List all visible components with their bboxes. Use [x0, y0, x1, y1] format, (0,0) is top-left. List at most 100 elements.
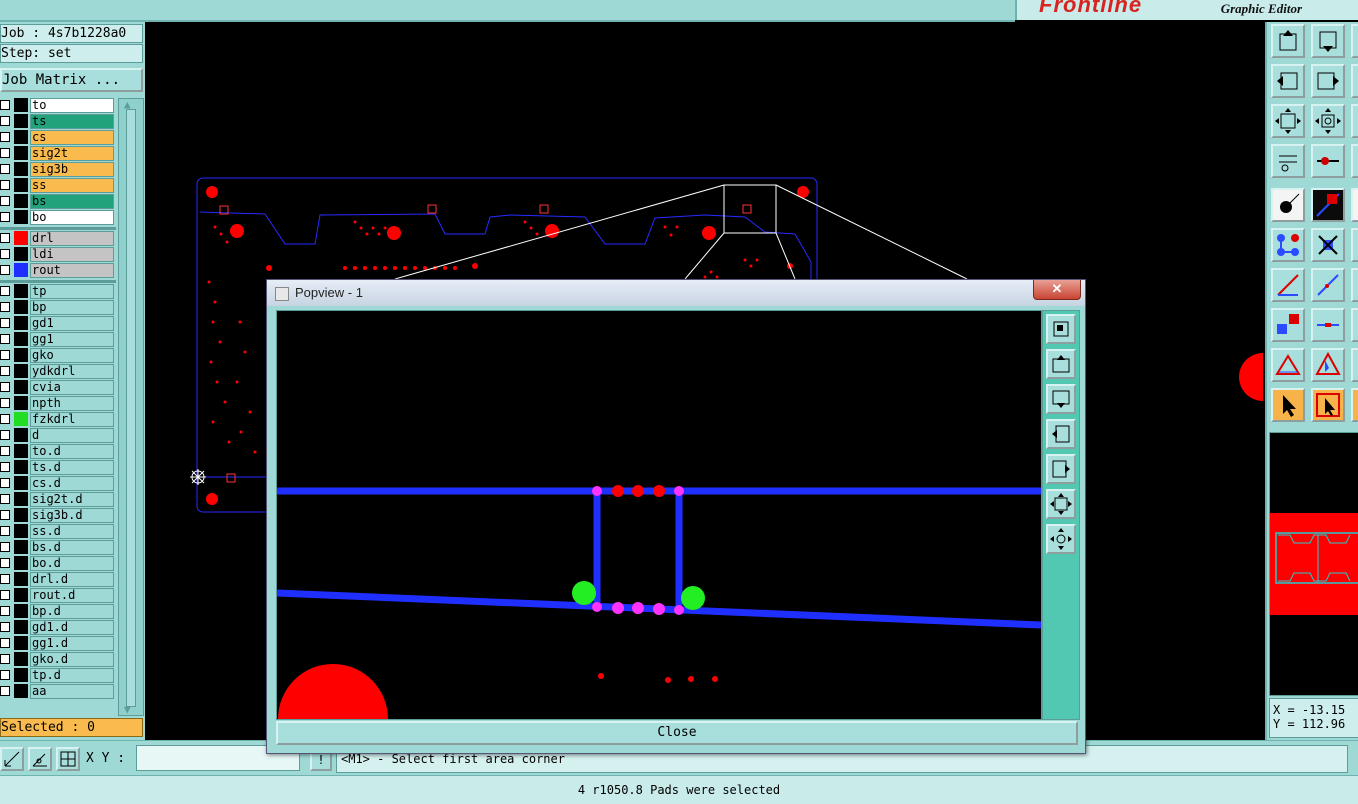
layer-name[interactable]: cs.d [30, 476, 114, 491]
add-pad-icon[interactable] [1271, 308, 1305, 342]
layer-row[interactable]: ldi [0, 247, 116, 262]
layer-checkbox[interactable] [0, 686, 10, 696]
layer-color-swatch[interactable] [14, 284, 28, 298]
layer-name[interactable]: gd1 [30, 316, 114, 331]
layer-color-swatch[interactable] [14, 210, 28, 224]
layer-checkbox[interactable] [0, 100, 10, 110]
layer-name[interactable]: bp.d [30, 604, 114, 619]
layer-row[interactable]: bs [0, 194, 116, 209]
snap-angle-icon[interactable] [28, 747, 52, 771]
draw-arc-icon[interactable] [1311, 268, 1345, 302]
tool-cut[interactable] [1351, 228, 1358, 262]
layer-name[interactable]: to.d [30, 444, 114, 459]
layer-checkbox[interactable] [0, 132, 10, 142]
layer-row[interactable]: gko [0, 348, 116, 363]
layer-checkbox[interactable] [0, 249, 10, 259]
layer-checkbox[interactable] [0, 350, 10, 360]
popview-titlebar[interactable]: Popview - 1 ✕ [267, 280, 1085, 306]
polygon-icon[interactable] [1271, 348, 1305, 382]
layer-color-swatch[interactable] [14, 588, 28, 602]
layer-row[interactable]: sig3b [0, 162, 116, 177]
layer-color-swatch[interactable] [14, 492, 28, 506]
layer-name[interactable]: drl.d [30, 572, 114, 587]
layer-row[interactable]: bp [0, 300, 116, 315]
layer-checkbox[interactable] [0, 670, 10, 680]
layer-row[interactable]: rout [0, 263, 116, 278]
layer-checkbox[interactable] [0, 446, 10, 456]
layer-color-swatch[interactable] [14, 524, 28, 538]
layer-name[interactable]: rout [30, 263, 114, 278]
layer-checkbox[interactable] [0, 622, 10, 632]
pan-left-icon[interactable] [1046, 419, 1076, 449]
layer-name[interactable]: drl [30, 231, 114, 246]
layer-row[interactable]: bo [0, 210, 116, 225]
layer-row[interactable]: npth [0, 396, 116, 411]
overview-map[interactable] [1269, 432, 1358, 696]
layer-checkbox[interactable] [0, 510, 10, 520]
layer-name[interactable]: bs [30, 194, 114, 209]
job-matrix-button[interactable]: Job Matrix ... [0, 68, 143, 92]
layer-row[interactable]: ss.d [0, 524, 116, 539]
popview-canvas[interactable] [276, 310, 1042, 720]
layer-name[interactable]: aa [30, 684, 114, 699]
layer-color-swatch[interactable] [14, 194, 28, 208]
layer-checkbox[interactable] [0, 265, 10, 275]
layer-color-swatch[interactable] [14, 316, 28, 330]
layer-checkbox[interactable] [0, 558, 10, 568]
layer-row[interactable]: gd1 [0, 316, 116, 331]
layer-color-swatch[interactable] [14, 652, 28, 666]
layer-color-swatch[interactable] [14, 572, 28, 586]
draw-line-icon[interactable] [1271, 268, 1305, 302]
zoom-fit-icon[interactable] [1046, 489, 1076, 519]
layer-color-swatch[interactable] [14, 263, 28, 277]
layer-row[interactable]: drl [0, 231, 116, 246]
layer-row[interactable]: ss [0, 178, 116, 193]
split-line-icon[interactable] [1311, 308, 1345, 342]
layer-checkbox[interactable] [0, 430, 10, 440]
layer-row[interactable]: drl.d [0, 572, 116, 587]
pan-down-icon[interactable] [1046, 384, 1076, 414]
move-up-icon[interactable] [1271, 24, 1305, 58]
layer-row[interactable]: ts [0, 114, 116, 129]
layer-name[interactable]: d [30, 428, 114, 443]
layer-checkbox[interactable] [0, 302, 10, 312]
layer-checkbox[interactable] [0, 414, 10, 424]
layer-row[interactable]: bo.d [0, 556, 116, 571]
move-right-icon[interactable] [1311, 64, 1345, 98]
layer-name[interactable]: bs.d [30, 540, 114, 555]
layer-color-swatch[interactable] [14, 620, 28, 634]
layer-color-swatch[interactable] [14, 300, 28, 314]
layer-row[interactable]: cvia [0, 380, 116, 395]
layer-row[interactable]: d [0, 428, 116, 443]
layer-color-swatch[interactable] [14, 146, 28, 160]
layer-name[interactable]: ss.d [30, 524, 114, 539]
layer-checkbox[interactable] [0, 398, 10, 408]
layer-color-swatch[interactable] [14, 130, 28, 144]
layer-color-swatch[interactable] [14, 508, 28, 522]
layer-checkbox[interactable] [0, 212, 10, 222]
layer-name[interactable]: tp.d [30, 668, 114, 683]
layer-row[interactable]: bs.d [0, 540, 116, 555]
layer-name[interactable]: gko.d [30, 652, 114, 667]
layer-checkbox[interactable] [0, 382, 10, 392]
layer-checkbox[interactable] [0, 590, 10, 600]
layer-name[interactable]: gg1 [30, 332, 114, 347]
layer-checkbox[interactable] [0, 366, 10, 376]
layer-color-swatch[interactable] [14, 476, 28, 490]
pad-add-icon[interactable] [1271, 188, 1305, 222]
layer-name[interactable]: bo.d [30, 556, 114, 571]
layer-name[interactable]: ydkdrl [30, 364, 114, 379]
scroll-down-icon[interactable]: ▼ [124, 703, 131, 716]
tool-cut[interactable] [1351, 348, 1358, 382]
layer-name[interactable]: cs [30, 130, 114, 145]
layer-row[interactable]: cs [0, 130, 116, 145]
tool-cut[interactable] [1351, 64, 1358, 98]
pan-up-icon[interactable] [1046, 349, 1076, 379]
move-left-icon[interactable] [1271, 64, 1305, 98]
layer-row[interactable]: fzkdrl [0, 412, 116, 427]
grid-icon[interactable] [56, 747, 80, 771]
layer-row[interactable]: gg1 [0, 332, 116, 347]
layer-name[interactable]: tp [30, 284, 114, 299]
layer-row[interactable]: gg1.d [0, 636, 116, 651]
layer-row[interactable]: gd1.d [0, 620, 116, 635]
